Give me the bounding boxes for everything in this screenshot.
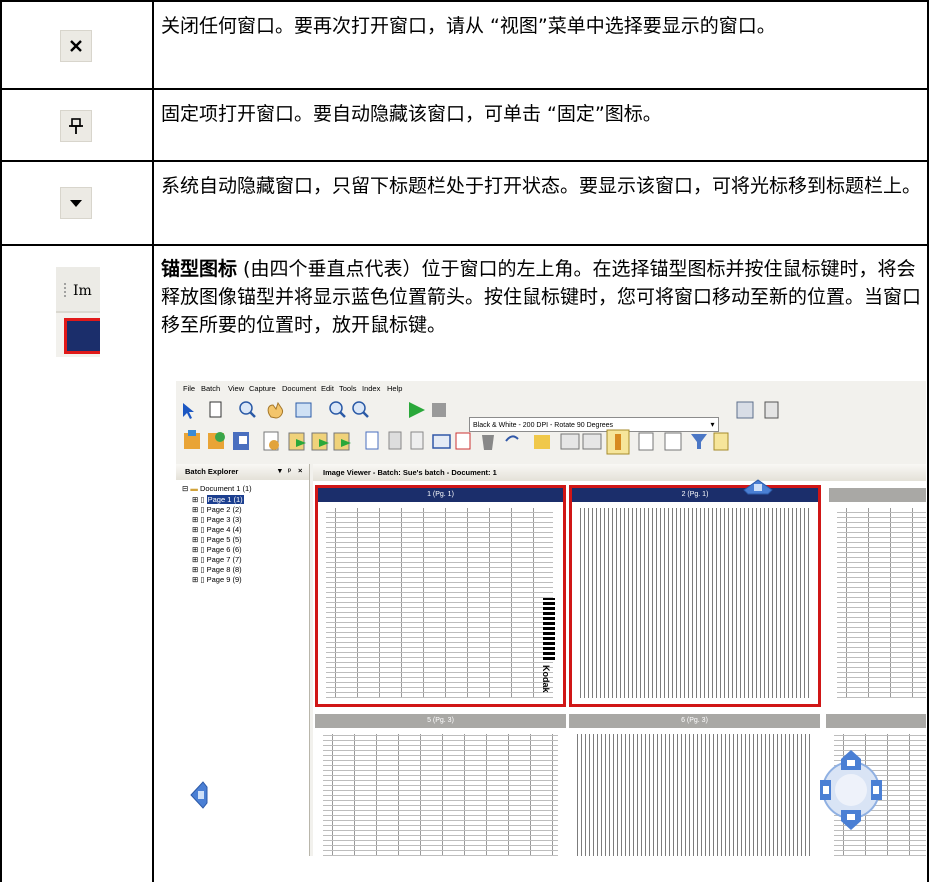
thumbnail-page[interactable]: 1 (Pg. 1) Kodak (315, 485, 566, 707)
table-border-left (0, 0, 2, 882)
row-description: 固定项打开窗口。要自动隐藏该窗口，可单击 “固定”图标。 (161, 103, 662, 125)
anchor-caption: Im (73, 283, 92, 299)
toolbar-icons (183, 401, 446, 419)
dropdown-arrow-icon (60, 187, 92, 219)
tree-page[interactable]: ⊞ ▯ Page 5 (5) (192, 535, 242, 544)
row-description: 关闭任何窗口。要再次打开窗口，请从 “视图”菜单中选择要显示的窗口。 (161, 15, 776, 37)
menu-item-tools[interactable]: Tools (339, 384, 357, 393)
batch-explorer-header[interactable]: Batch Explorer ▾ ᵖ × (176, 464, 309, 480)
pin-icon[interactable]: ᵖ (288, 466, 291, 475)
tree-page[interactable]: ⊞ ▯ Page 6 (6) (192, 545, 242, 554)
tree-page[interactable]: ⊞ ▯ Page 3 (3) (192, 515, 242, 524)
page-image (323, 734, 558, 856)
tree-page[interactable]: ⊞ ▯ Page 9 (9) (192, 575, 242, 584)
toolbar-bottom (176, 427, 926, 457)
page-image (326, 508, 553, 698)
page-image (834, 734, 926, 856)
thumbnail-title: 6 (Pg. 3) (569, 714, 820, 728)
barcode (543, 598, 555, 660)
tree-page[interactable]: ⊞ ▯ Page 4 (4) (192, 525, 242, 534)
pin-icon (60, 110, 92, 142)
row-divider (0, 160, 929, 162)
menu-item-document[interactable]: Document (282, 384, 316, 393)
menu-bar: File Batch View Capture Document Edit To… (176, 381, 926, 395)
thumbnail-title (826, 714, 926, 728)
thumbnail-page[interactable] (826, 714, 926, 856)
thumbnail-page[interactable] (829, 488, 926, 704)
anchor-icon-term: 锚型图标 (161, 258, 238, 280)
thumbnail-title: 1 (Pg. 1) (318, 488, 563, 502)
kodak-logo: Kodak (541, 665, 551, 693)
profile-setup-icons (736, 401, 779, 419)
menu-item-file[interactable]: File (183, 384, 195, 393)
close-icon[interactable]: × (298, 466, 302, 475)
column-divider (152, 0, 154, 882)
close-icon (60, 30, 92, 62)
tree-page[interactable]: ⊞ ▯ Page 2 (2) (192, 505, 242, 514)
capture-pro-screenshot: File Batch View Capture Document Edit To… (176, 381, 926, 856)
image-viewer-title: Image Viewer - Batch: Sue's batch - Docu… (313, 464, 926, 481)
anchor-description: (由四个垂直点代表）位于窗口的左上角。在选择锚型图标并按住鼠标键时，将会释放图像… (161, 258, 922, 336)
menu-item-capture[interactable]: Capture (249, 384, 276, 393)
tree-page[interactable]: ⊞ ▯ Page 8 (8) (192, 565, 242, 574)
row-description: 系统自动隐藏窗口，只留下标题栏处于打开状态。要显示该窗口，可将光标移到标题栏上。 (161, 175, 922, 197)
tree-page[interactable]: ⊞ ▯ Page 1 (1) (192, 495, 244, 504)
thumbnail-title: 2 (Pg. 1) (572, 488, 818, 502)
thumbnail-page[interactable]: 2 (Pg. 1) (569, 485, 821, 707)
page-image (580, 508, 810, 698)
row-description: 锚型图标 (由四个垂直点代表）位于窗口的左上角。在选择锚型图标并按住鼠标键时，将… (161, 255, 921, 339)
document-table: 关闭任何窗口。要再次打开窗口，请从 “视图”菜单中选择要显示的窗口。 固定项打开… (0, 0, 929, 882)
page-image (837, 508, 926, 698)
batch-explorer-title: Batch Explorer (185, 467, 239, 476)
page-image (577, 734, 812, 856)
row-divider (0, 244, 929, 246)
dock-arrow-left-icon (190, 781, 208, 809)
thumbnail-title (829, 488, 926, 502)
menu-item-batch[interactable]: Batch (201, 384, 220, 393)
menu-item-help[interactable]: Help (387, 384, 402, 393)
image-viewer-panel: Image Viewer - Batch: Sue's batch - Docu… (313, 464, 926, 856)
thumbnail-page[interactable]: 5 (Pg. 3) (315, 714, 566, 856)
row-divider (0, 88, 929, 90)
menu-item-view[interactable]: View (228, 384, 244, 393)
tree-page[interactable]: ⊞ ▯ Page 7 (7) (192, 555, 242, 564)
thumbnail-title: 5 (Pg. 3) (315, 714, 566, 728)
menu-item-edit[interactable]: Edit (321, 384, 334, 393)
anchor-grip-icon: Im (56, 267, 100, 357)
tree-document[interactable]: ⊟ ▬ Document 1 (1) (182, 484, 252, 493)
toolbar-icons (184, 429, 729, 455)
menu-item-index[interactable]: Index (362, 384, 380, 393)
toolbar-top: Black & White - 200 DPI - Rotate 90 Degr… (176, 397, 926, 432)
dropdown-arrow-icon[interactable]: ▾ (278, 466, 282, 475)
table-border-top (0, 0, 929, 2)
thumbnail-page[interactable]: 6 (Pg. 3) (569, 714, 820, 856)
